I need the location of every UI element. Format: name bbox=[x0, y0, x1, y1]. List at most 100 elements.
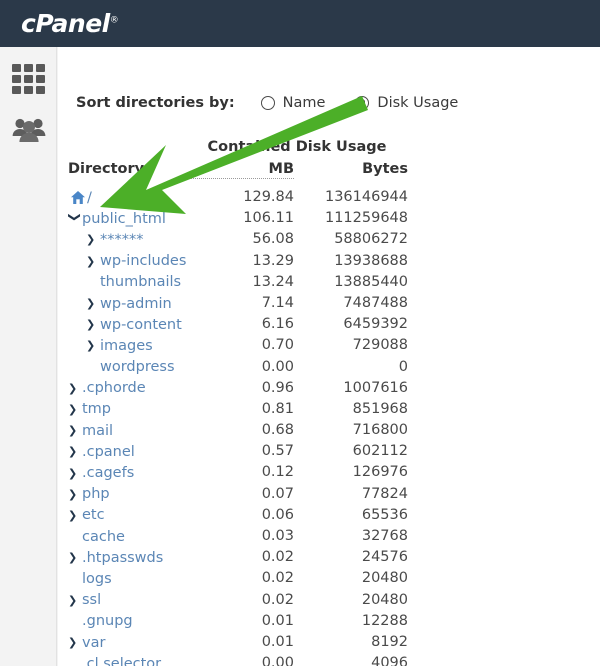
directory-link[interactable]: .cl.selector bbox=[82, 656, 161, 666]
chevron-right-icon[interactable]: ❯ bbox=[68, 468, 82, 479]
mb-value: 0.00 bbox=[261, 358, 294, 375]
directory-name-cell[interactable]: ❯ tmp bbox=[68, 399, 111, 420]
directory-link[interactable]: var bbox=[82, 635, 105, 651]
sidebar-item-users[interactable] bbox=[0, 109, 57, 153]
directory-name-cell[interactable]: ❯cache bbox=[68, 526, 125, 547]
directory-name-cell[interactable]: ❯thumbnails bbox=[86, 272, 181, 293]
table-row[interactable]: ❯ mail 0.68 716800 bbox=[68, 420, 408, 441]
chevron-right-icon[interactable]: ❯ bbox=[68, 510, 82, 521]
chevron-right-icon[interactable]: ❯ bbox=[86, 298, 100, 309]
chevron-right-icon[interactable]: ❯ bbox=[68, 446, 82, 457]
table-row[interactable]: ❯ tmp 0.81 851968 bbox=[68, 399, 408, 420]
directory-link[interactable]: wp-includes bbox=[100, 253, 186, 269]
chevron-right-icon[interactable]: ❯ bbox=[68, 552, 82, 563]
directory-link[interactable]: .htpasswds bbox=[82, 550, 163, 566]
sidebar-item-apps[interactable] bbox=[0, 59, 57, 99]
directory-name-cell[interactable]: ❯ images bbox=[86, 335, 153, 356]
directory-link[interactable]: etc bbox=[82, 507, 105, 523]
chevron-right-icon[interactable]: ❯ bbox=[86, 234, 100, 245]
table-row[interactable]: ❯ .cphorde 0.96 1007616 bbox=[68, 378, 408, 399]
table-row[interactable]: ❯logs 0.02 20480 bbox=[68, 568, 408, 589]
directory-name-cell[interactable]: ❯ etc bbox=[68, 505, 105, 526]
directory-link[interactable]: thumbnails bbox=[100, 274, 181, 290]
table-row[interactable]: ❯ images 0.70 729088 bbox=[68, 335, 408, 356]
sort-option-disk-usage[interactable]: Disk Usage bbox=[355, 95, 458, 111]
cpanel-logo[interactable]: cPanel® bbox=[21, 9, 119, 38]
directory-link[interactable]: public_html bbox=[82, 211, 166, 227]
directory-name-cell[interactable]: ❯.gnupg bbox=[68, 611, 133, 632]
directory-link[interactable]: .cphorde bbox=[82, 380, 146, 396]
directory-link[interactable]: .cpanel bbox=[82, 444, 135, 460]
directory-name-cell[interactable]: ❯ ****** bbox=[86, 229, 144, 250]
directory-link[interactable]: mail bbox=[82, 423, 113, 439]
table-row[interactable]: ❯ .cagefs 0.12 126976 bbox=[68, 462, 408, 483]
directory-name-cell[interactable]: ❯ wp-content bbox=[86, 314, 182, 335]
directory-link[interactable]: logs bbox=[82, 571, 112, 587]
chevron-down-icon[interactable]: ❯ bbox=[68, 212, 82, 226]
directory-link[interactable]: images bbox=[100, 338, 153, 354]
directory-link[interactable]: ssl bbox=[82, 592, 101, 608]
directory-link[interactable]: ****** bbox=[100, 232, 144, 248]
directory-name-cell[interactable]: ❯ var bbox=[68, 632, 105, 653]
chevron-right-icon[interactable]: ❯ bbox=[68, 425, 82, 436]
column-header-bytes[interactable]: Bytes bbox=[294, 161, 408, 177]
chevron-right-icon[interactable]: ❯ bbox=[68, 637, 82, 648]
directory-name-cell[interactable]: ❯ .htpasswds bbox=[68, 547, 163, 568]
table-row[interactable]: ❯ public_html 106.11 111259648 bbox=[68, 208, 408, 229]
directory-name-cell[interactable]: ❯ ssl bbox=[68, 590, 101, 611]
table-row[interactable]: ❯ .cpanel 0.57 602112 bbox=[68, 441, 408, 462]
radio-disk-usage[interactable] bbox=[355, 96, 370, 110]
directory-name-cell[interactable]: ❯logs bbox=[68, 568, 112, 589]
directory-name-cell[interactable]: ❯ wp-includes bbox=[86, 251, 186, 272]
directory-link[interactable]: .cagefs bbox=[82, 465, 134, 481]
table-row[interactable]: ❯cache 0.03 32768 bbox=[68, 526, 408, 547]
bytes-value: 851968 bbox=[352, 400, 408, 417]
table-row[interactable]: ❯ var 0.01 8192 bbox=[68, 632, 408, 653]
column-header-mb[interactable]: MB bbox=[186, 161, 294, 179]
chevron-right-icon[interactable]: ❯ bbox=[68, 404, 82, 415]
sort-option-name[interactable]: Name bbox=[260, 95, 325, 111]
directory-link[interactable]: / bbox=[87, 190, 92, 206]
table-row[interactable]: ❯ wp-content 6.16 6459392 bbox=[68, 314, 408, 335]
table-row[interactable]: / 129.84 136146944 bbox=[68, 187, 408, 208]
directory-link[interactable]: wordpress bbox=[100, 359, 175, 375]
directory-name-cell[interactable]: ❯.cl.selector bbox=[68, 653, 161, 666]
sidebar bbox=[0, 47, 57, 666]
directory-name-cell[interactable]: ❯ .cagefs bbox=[68, 462, 134, 483]
directory-name-cell[interactable]: / bbox=[70, 187, 92, 208]
chevron-right-icon[interactable]: ❯ bbox=[68, 489, 82, 500]
radio-name[interactable] bbox=[260, 96, 275, 110]
chevron-right-icon[interactable]: ❯ bbox=[68, 595, 82, 606]
table-row[interactable]: ❯ wp-admin 7.14 7487488 bbox=[68, 293, 408, 314]
directory-name-cell[interactable]: ❯ .cphorde bbox=[68, 378, 146, 399]
directory-link[interactable]: wp-content bbox=[100, 317, 182, 333]
table-row[interactable]: ❯ .htpasswds 0.02 24576 bbox=[68, 547, 408, 568]
directory-name-cell[interactable]: ❯ .cpanel bbox=[68, 441, 135, 462]
table-row[interactable]: ❯thumbnails 13.24 13885440 bbox=[68, 272, 408, 293]
directory-link[interactable]: wp-admin bbox=[100, 296, 172, 312]
column-header-directory[interactable]: Directory bbox=[68, 161, 144, 177]
table-row[interactable]: ❯ php 0.07 77824 bbox=[68, 484, 408, 505]
mb-value: 0.00 bbox=[261, 655, 294, 666]
directory-link[interactable]: .gnupg bbox=[82, 613, 133, 629]
table-row[interactable]: ❯ ****** 56.08 58806272 bbox=[68, 229, 408, 250]
directory-name-cell[interactable]: ❯wordpress bbox=[86, 357, 175, 378]
table-row[interactable]: ❯ etc 0.06 65536 bbox=[68, 505, 408, 526]
table-row[interactable]: ❯ ssl 0.02 20480 bbox=[68, 590, 408, 611]
directory-name-cell[interactable]: ❯ php bbox=[68, 484, 110, 505]
chevron-right-icon[interactable]: ❯ bbox=[68, 383, 82, 394]
table-row[interactable]: ❯wordpress 0.00 0 bbox=[68, 357, 408, 378]
bytes-value: 65536 bbox=[361, 506, 408, 523]
directory-name-cell[interactable]: ❯ mail bbox=[68, 420, 113, 441]
directory-name-cell[interactable]: ❯ public_html bbox=[68, 208, 166, 229]
directory-link[interactable]: tmp bbox=[82, 401, 111, 417]
table-row[interactable]: ❯.gnupg 0.01 12288 bbox=[68, 611, 408, 632]
directory-link[interactable]: cache bbox=[82, 529, 125, 545]
table-row[interactable]: ❯ wp-includes 13.29 13938688 bbox=[68, 251, 408, 272]
directory-link[interactable]: php bbox=[82, 486, 110, 502]
directory-name-cell[interactable]: ❯ wp-admin bbox=[86, 293, 172, 314]
chevron-right-icon[interactable]: ❯ bbox=[86, 340, 100, 351]
chevron-right-icon[interactable]: ❯ bbox=[86, 319, 100, 330]
table-row[interactable]: ❯.cl.selector 0.00 4096 bbox=[68, 653, 408, 666]
chevron-right-icon[interactable]: ❯ bbox=[86, 256, 100, 267]
